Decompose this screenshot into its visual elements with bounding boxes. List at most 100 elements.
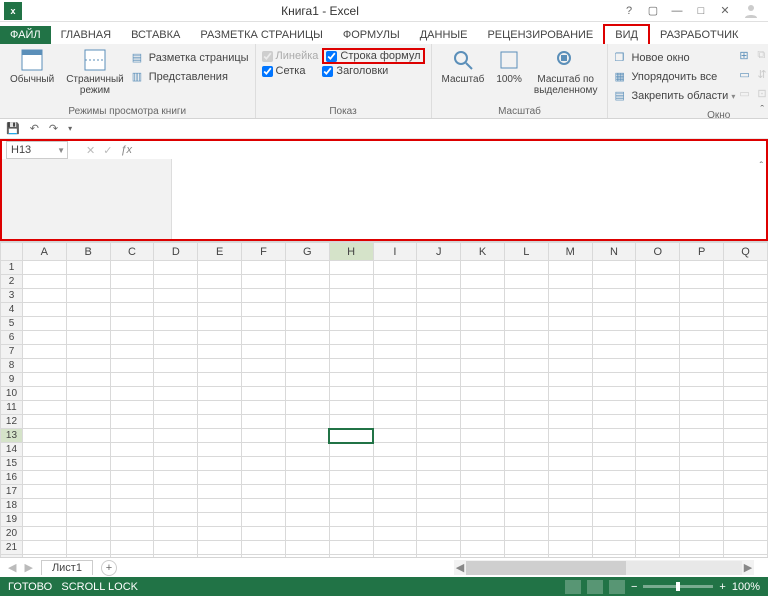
cell-K17[interactable] (461, 485, 505, 499)
cell-M4[interactable] (548, 303, 592, 317)
cell-P19[interactable] (680, 513, 724, 527)
cell-C2[interactable] (110, 275, 154, 289)
cell-J6[interactable] (417, 331, 461, 345)
cell-L14[interactable] (504, 443, 548, 457)
cell-O7[interactable] (636, 345, 680, 359)
zoom-value[interactable]: 100% (732, 581, 760, 593)
cell-P18[interactable] (680, 499, 724, 513)
zoom-slider[interactable] (643, 585, 713, 588)
cell-K9[interactable] (461, 373, 505, 387)
cell-F16[interactable] (242, 471, 286, 485)
cell-I19[interactable] (373, 513, 417, 527)
cell-P17[interactable] (680, 485, 724, 499)
col-header-Q[interactable]: Q (724, 243, 768, 261)
formula-bar-checkbox[interactable]: Строка формул (322, 48, 424, 64)
cell-B4[interactable] (66, 303, 110, 317)
row-header-8[interactable]: 8 (1, 359, 23, 373)
unhide-button[interactable]: ▭ (739, 86, 753, 102)
cell-C9[interactable] (110, 373, 154, 387)
cell-J5[interactable] (417, 317, 461, 331)
cell-A10[interactable] (22, 387, 66, 401)
cell-K6[interactable] (461, 331, 505, 345)
cell-J13[interactable] (417, 429, 461, 443)
cell-D3[interactable] (154, 289, 198, 303)
tab-file[interactable]: ФАЙЛ (0, 26, 51, 44)
cell-F17[interactable] (242, 485, 286, 499)
cell-Q20[interactable] (724, 527, 768, 541)
cell-I3[interactable] (373, 289, 417, 303)
cell-A4[interactable] (22, 303, 66, 317)
cell-J4[interactable] (417, 303, 461, 317)
cell-N16[interactable] (592, 471, 636, 485)
cell-I4[interactable] (373, 303, 417, 317)
cell-G1[interactable] (285, 261, 329, 275)
cell-G3[interactable] (285, 289, 329, 303)
row-header-17[interactable]: 17 (1, 485, 23, 499)
custom-views-button[interactable]: ▥Представления (132, 69, 249, 85)
cell-Q8[interactable] (724, 359, 768, 373)
cell-E2[interactable] (198, 275, 242, 289)
cell-H14[interactable] (329, 443, 373, 457)
cell-O8[interactable] (636, 359, 680, 373)
cell-P3[interactable] (680, 289, 724, 303)
cell-L15[interactable] (504, 457, 548, 471)
cell-E19[interactable] (198, 513, 242, 527)
row-header-21[interactable]: 21 (1, 541, 23, 555)
cell-I18[interactable] (373, 499, 417, 513)
cell-I6[interactable] (373, 331, 417, 345)
cell-F1[interactable] (242, 261, 286, 275)
cell-M12[interactable] (548, 415, 592, 429)
cell-E3[interactable] (198, 289, 242, 303)
tab-data[interactable]: ДАННЫЕ (410, 26, 478, 44)
cell-P12[interactable] (680, 415, 724, 429)
cell-Q18[interactable] (724, 499, 768, 513)
cell-O14[interactable] (636, 443, 680, 457)
cell-N1[interactable] (592, 261, 636, 275)
cell-I5[interactable] (373, 317, 417, 331)
cell-O19[interactable] (636, 513, 680, 527)
col-header-M[interactable]: M (548, 243, 592, 261)
cell-N19[interactable] (592, 513, 636, 527)
cell-A3[interactable] (22, 289, 66, 303)
cell-I11[interactable] (373, 401, 417, 415)
cell-N6[interactable] (592, 331, 636, 345)
cell-H15[interactable] (329, 457, 373, 471)
cell-L10[interactable] (504, 387, 548, 401)
new-window-button[interactable]: ❐Новое окно (614, 50, 735, 66)
col-header-D[interactable]: D (154, 243, 198, 261)
cell-I9[interactable] (373, 373, 417, 387)
cell-E5[interactable] (198, 317, 242, 331)
cell-D10[interactable] (154, 387, 198, 401)
reset-pos-button[interactable]: ⊡ (757, 86, 768, 102)
tab-home[interactable]: ГЛАВНАЯ (51, 26, 121, 44)
cell-L17[interactable] (504, 485, 548, 499)
cell-D6[interactable] (154, 331, 198, 345)
cell-K11[interactable] (461, 401, 505, 415)
cell-M1[interactable] (548, 261, 592, 275)
qat-customize-icon[interactable]: ▾ (68, 124, 72, 133)
cell-B18[interactable] (66, 499, 110, 513)
undo-icon[interactable]: ↶ (30, 122, 39, 135)
cell-J11[interactable] (417, 401, 461, 415)
formula-bar-collapse-icon[interactable]: ˆ (760, 161, 763, 172)
cell-J18[interactable] (417, 499, 461, 513)
cell-K7[interactable] (461, 345, 505, 359)
tab-view[interactable]: ВИД (603, 24, 650, 44)
cell-F13[interactable] (242, 429, 286, 443)
cell-B14[interactable] (66, 443, 110, 457)
cell-M2[interactable] (548, 275, 592, 289)
view-normal-icon[interactable] (565, 580, 581, 594)
cell-K16[interactable] (461, 471, 505, 485)
col-header-N[interactable]: N (592, 243, 636, 261)
cell-P1[interactable] (680, 261, 724, 275)
cell-G15[interactable] (285, 457, 329, 471)
cell-C20[interactable] (110, 527, 154, 541)
cell-Q19[interactable] (724, 513, 768, 527)
cell-F15[interactable] (242, 457, 286, 471)
add-sheet-button[interactable]: + (101, 560, 117, 576)
cell-N18[interactable] (592, 499, 636, 513)
cell-B16[interactable] (66, 471, 110, 485)
cell-Q13[interactable] (724, 429, 768, 443)
cell-I21[interactable] (373, 541, 417, 555)
cell-J12[interactable] (417, 415, 461, 429)
